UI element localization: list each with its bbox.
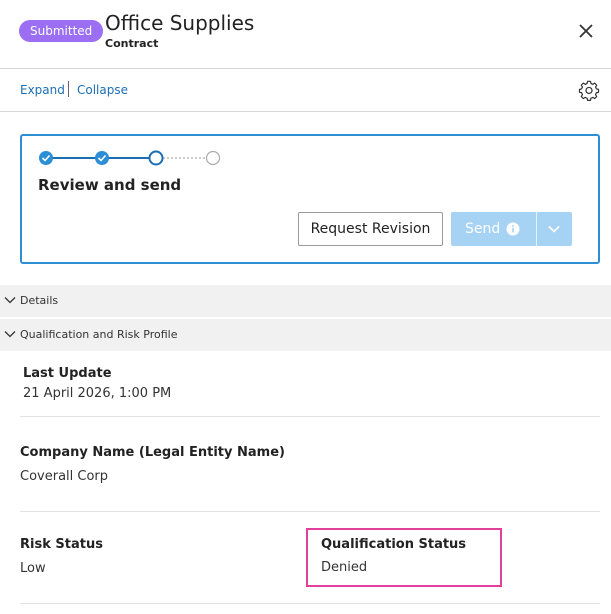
step-2-complete-icon bbox=[95, 151, 109, 165]
toolbar-divider bbox=[68, 81, 69, 97]
step-3-current-icon bbox=[148, 150, 164, 166]
expand-link[interactable]: Expand bbox=[20, 83, 65, 97]
chevron-down-icon[interactable] bbox=[547, 224, 561, 234]
last-update-label: Last Update bbox=[23, 366, 112, 381]
section-qualification-label: Qualification and Risk Profile bbox=[20, 328, 178, 341]
request-revision-button[interactable]: Request Revision bbox=[298, 212, 443, 246]
section-details-label: Details bbox=[20, 294, 59, 307]
send-button[interactable]: Send bbox=[451, 212, 572, 246]
close-icon[interactable] bbox=[575, 20, 597, 42]
field-divider bbox=[20, 416, 600, 417]
risk-status-label: Risk Status bbox=[20, 537, 103, 552]
qualification-status-label: Qualification Status bbox=[321, 537, 467, 552]
toolbar: Expand Collapse bbox=[0, 69, 611, 112]
send-button-label: Send bbox=[465, 221, 501, 237]
field-divider bbox=[20, 511, 600, 512]
last-update-value: 21 April 2026, 1:00 PM bbox=[23, 386, 172, 401]
page-subtitle: Contract bbox=[105, 37, 159, 50]
company-name-label: Company Name (Legal Entity Name) bbox=[20, 445, 285, 460]
progress-stepper bbox=[39, 150, 221, 166]
field-divider bbox=[20, 603, 600, 604]
current-step-title: Review and send bbox=[38, 176, 182, 194]
status-badge: Submitted bbox=[19, 20, 104, 42]
page-header: Submitted Office Supplies Contract bbox=[0, 0, 611, 69]
risk-status-value: Low bbox=[20, 561, 46, 576]
step-1-complete-icon bbox=[39, 151, 53, 165]
section-qualification-toggle[interactable]: Qualification and Risk Profile bbox=[0, 319, 611, 351]
qualification-status-value: Denied bbox=[321, 560, 368, 575]
collapse-link[interactable]: Collapse bbox=[77, 83, 128, 97]
send-button-divider bbox=[536, 212, 537, 246]
chevron-down-icon bbox=[4, 331, 16, 338]
info-icon bbox=[506, 222, 520, 236]
step-4-pending-icon bbox=[205, 150, 221, 166]
gear-icon[interactable] bbox=[578, 79, 600, 101]
company-name-value: Coverall Corp bbox=[20, 469, 109, 484]
chevron-down-icon bbox=[4, 297, 16, 304]
page-title: Office Supplies bbox=[105, 11, 255, 35]
workflow-card: Review and send Request Revision Send bbox=[20, 134, 600, 264]
section-details-toggle[interactable]: Details bbox=[0, 285, 611, 317]
